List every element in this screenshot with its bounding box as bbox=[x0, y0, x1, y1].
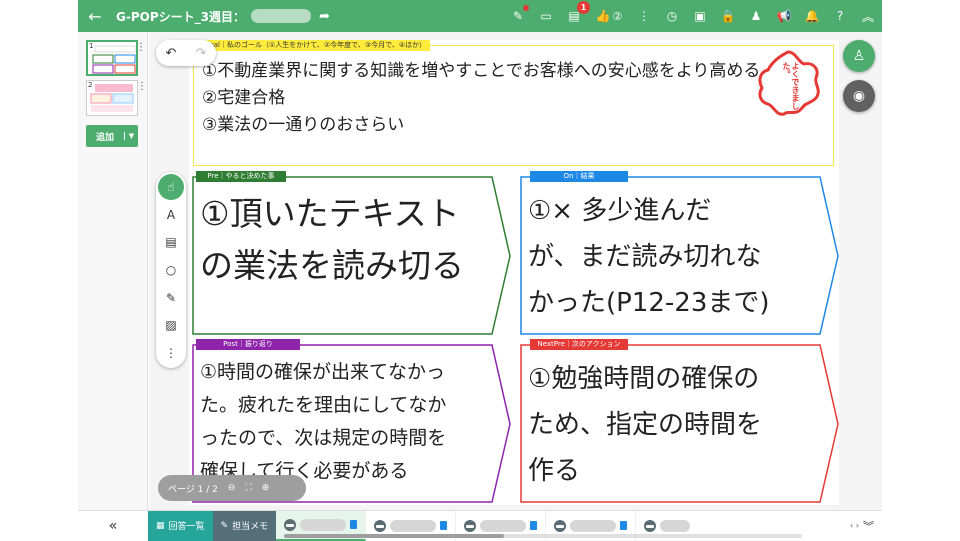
nextpre-line: 作る bbox=[528, 456, 581, 486]
post-tag: Post｜振り返り bbox=[196, 339, 300, 350]
goal-line: ②宅建合格 bbox=[202, 88, 286, 108]
user-fab-icon[interactable]: ♙ bbox=[843, 40, 875, 72]
fit-screen-icon[interactable]: ⛶ bbox=[245, 483, 251, 493]
page-list-panel: 1 ⋮ 2 ⋮ 追加 ▼ bbox=[78, 32, 148, 510]
shape-tool-icon[interactable]: ○ bbox=[158, 257, 184, 283]
document-icon bbox=[620, 521, 628, 530]
back-arrow-icon[interactable]: ← bbox=[78, 7, 112, 26]
avatar bbox=[644, 519, 657, 532]
header-toolbar: ✎ ▭ ▤ 1 👍 ② ⋮ ◷ ▣ 🔒 ♟ 📢 🔔 ? ︽ bbox=[510, 1, 882, 24]
share-icon[interactable]: ➦ bbox=[319, 9, 330, 24]
student-name-redacted bbox=[480, 519, 527, 532]
more-vert-icon[interactable]: ⋮ bbox=[158, 340, 184, 366]
avatar bbox=[374, 519, 387, 532]
comment-badge: 1 bbox=[577, 1, 590, 14]
on-line: が、まだ読み切れな bbox=[528, 242, 762, 272]
post-line: ったので、次は規定の時間を bbox=[200, 427, 447, 449]
more-vert-icon[interactable]: ⋮ bbox=[136, 42, 146, 53]
page-thumbnail-2[interactable]: 2 ⋮ bbox=[86, 80, 147, 116]
post-line: た。疲れたを理由にしてなか bbox=[200, 394, 447, 416]
answers-tab-label: 回答一覧 bbox=[168, 522, 205, 532]
on-text: ①× 多少進んだ が、まだ読み切れな かった(P12-23まで) bbox=[528, 188, 770, 326]
student-name-redacted bbox=[390, 519, 437, 532]
post-line: ①時間の確保が出来てなかっ bbox=[200, 361, 446, 383]
help-icon[interactable]: ? bbox=[832, 8, 848, 24]
student-view-icon[interactable]: ♟ bbox=[748, 8, 764, 24]
student-scrollbar[interactable] bbox=[284, 534, 802, 538]
pre-tag: Pre｜やると決めた事 bbox=[196, 171, 286, 182]
avatar bbox=[554, 519, 567, 532]
pointer-hand-icon[interactable]: ☝ bbox=[158, 174, 184, 200]
zoom-out-icon[interactable]: ⊖ bbox=[228, 483, 236, 493]
nextpre-text: ①勉強時間の確保の ため、指定の時間を 作る bbox=[528, 356, 762, 494]
add-label: 追加 bbox=[95, 132, 114, 143]
nextpre-tag: NextPre｜次のアクション bbox=[530, 339, 628, 350]
collapse-up-icon[interactable]: ︽ bbox=[860, 8, 876, 24]
on-line: かった(P12-23まで) bbox=[528, 288, 770, 318]
undo-redo-group: ↶ ↷ bbox=[156, 40, 216, 66]
goal-text: ①不動産業界に関する知識を増やすことでお客様への安心感をより高める ②宅建合格 … bbox=[202, 58, 760, 139]
reaction-count: ② bbox=[612, 9, 623, 23]
sticky-note-icon[interactable]: ▤ bbox=[158, 229, 184, 255]
on-tag: On｜結果 bbox=[530, 171, 628, 182]
goal-tag: Goal｜私のゴール（①人生をかけて、②今年度で、③今月で、④ほか） bbox=[200, 40, 431, 51]
on-line: ①× 多少進んだ bbox=[528, 196, 712, 226]
pre-line: の業法を読み切る bbox=[200, 246, 464, 285]
document-icon bbox=[440, 521, 448, 530]
scrollbar-thumb[interactable] bbox=[284, 534, 504, 538]
presentation-icon[interactable]: ▭ bbox=[538, 8, 554, 24]
pen-tool-icon[interactable]: ✎ bbox=[158, 285, 184, 311]
student-name-redacted bbox=[660, 519, 691, 532]
well-done-stamp: よくできました。 bbox=[752, 48, 824, 118]
goal-line: ③業法の一通りのおさらい bbox=[202, 115, 405, 135]
grid-icon: ▦ bbox=[156, 520, 165, 531]
document-icon bbox=[350, 520, 358, 529]
pre-line: ①頂いたテキスト bbox=[200, 194, 460, 233]
text-tool-icon[interactable]: A bbox=[158, 202, 184, 228]
memo-tab[interactable]: ✎ 担当メモ bbox=[212, 510, 277, 541]
drawing-toolbar: ☝ A ▤ ○ ✎ ▨ ⋮ bbox=[156, 172, 186, 368]
view-switch-icon[interactable]: ▣ bbox=[692, 8, 708, 24]
note-icon: ✎ bbox=[220, 520, 229, 531]
redo-icon[interactable]: ↷ bbox=[196, 46, 207, 61]
more-vert-icon[interactable]: ⋮ bbox=[636, 8, 652, 24]
stamp-text: よくできました。 bbox=[782, 62, 800, 110]
comment-icon[interactable]: ▤ 1 bbox=[566, 1, 590, 24]
tools-alert-icon[interactable]: ✎ bbox=[510, 5, 529, 24]
undo-icon[interactable]: ↶ bbox=[166, 46, 177, 61]
expand-down-icon[interactable]: ︾ bbox=[863, 518, 882, 534]
add-page-button[interactable]: 追加 ▼ bbox=[86, 125, 138, 147]
student-name-redacted bbox=[300, 518, 347, 531]
pre-text: ①頂いたテキスト の業法を読み切る bbox=[200, 188, 464, 292]
chevron-down-icon[interactable]: ▼ bbox=[124, 132, 138, 140]
avatar bbox=[284, 518, 297, 531]
image-tool-icon[interactable]: ▨ bbox=[158, 313, 184, 339]
goal-box[interactable]: ①不動産業界に関する知識を増やすことでお客様への安心感をより高める ②宅建合格 … bbox=[193, 45, 834, 166]
answers-tab[interactable]: ▦ 回答一覧 bbox=[148, 510, 213, 541]
scroll-arrows-icon[interactable]: ‹ › bbox=[850, 521, 863, 530]
page-indicator: ページ 1 / 2 bbox=[168, 484, 218, 495]
student-name-redacted bbox=[250, 9, 311, 23]
page-navigator: ページ 1 / 2 ⊖ ⛶ ⊕ bbox=[158, 475, 306, 501]
nextpre-line: ため、指定の時間を bbox=[528, 410, 763, 440]
zoom-in-icon[interactable]: ⊕ bbox=[262, 483, 270, 493]
timer-icon[interactable]: ◷ bbox=[664, 8, 680, 24]
student-name-redacted bbox=[570, 519, 617, 532]
top-app-bar: ← G-POPシート_3週目： ➦ ✎ ▭ ▤ 1 👍 ② ⋮ ◷ ▣ 🔒 ♟ 📢 … bbox=[78, 0, 882, 32]
more-vert-icon[interactable]: ⋮ bbox=[137, 81, 147, 92]
goal-line: ①不動産業界に関する知識を増やすことでお客様への安心感をより高める bbox=[202, 61, 761, 81]
avatar bbox=[464, 519, 477, 532]
memo-tab-label: 担当メモ bbox=[232, 522, 269, 532]
bell-icon[interactable]: 🔔 bbox=[804, 8, 820, 24]
thumbs-up-icon[interactable]: 👍 ② bbox=[594, 8, 624, 24]
document-icon bbox=[530, 521, 538, 530]
lock-icon[interactable]: 🔒 bbox=[720, 8, 736, 24]
post-text: ①時間の確保が出来てなかっ た。疲れたを理由にしてなか ったので、次は規定の時間… bbox=[200, 356, 446, 488]
collapse-left-icon[interactable]: « bbox=[78, 518, 148, 534]
sheet-title: G-POPシート_3週目： bbox=[116, 9, 245, 24]
page-thumbnail-1[interactable]: 1 ⋮ bbox=[86, 40, 146, 76]
comment-fab-icon[interactable]: ◉ bbox=[843, 80, 875, 112]
announce-icon[interactable]: 📢 bbox=[776, 8, 792, 24]
nextpre-line: ①勉強時間の確保の bbox=[528, 364, 760, 394]
